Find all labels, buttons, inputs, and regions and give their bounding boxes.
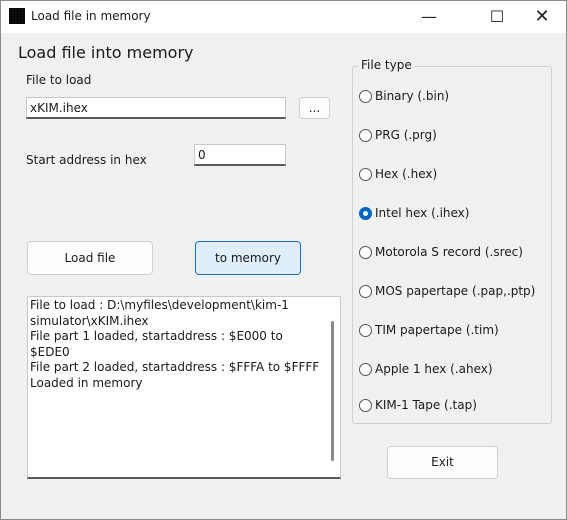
radio-label: MOS papertape (.pap,.ptp) — [375, 284, 536, 298]
radio-button-icon[interactable] — [359, 399, 372, 412]
radio-label: KIM-1 Tape (.tap) — [375, 398, 477, 412]
radio-button-icon[interactable] — [359, 363, 372, 376]
radio-label: Intel hex (.ihex) — [375, 206, 470, 220]
minimize-icon[interactable]: — — [406, 1, 452, 33]
title-bar: Load file in memory — ☐ ✕ — [1, 1, 566, 33]
radio-button-icon[interactable] — [359, 324, 372, 337]
log-text: File to load : D:\myfiles\development\ki… — [30, 298, 320, 390]
radio-button-icon[interactable] — [359, 168, 372, 181]
log-textarea[interactable]: File to load : D:\myfiles\development\ki… — [27, 296, 341, 479]
dialog-heading: Load file into memory — [18, 43, 194, 62]
start-address-input[interactable]: 0 — [194, 144, 286, 166]
browse-button[interactable]: ... — [299, 97, 330, 119]
radio-label: Hex (.hex) — [375, 167, 438, 181]
radio-label: Apple 1 hex (.ahex) — [375, 362, 493, 376]
radio-button-icon[interactable] — [359, 207, 372, 220]
dialog-window: Load file in memory — ☐ ✕ Load file into… — [0, 0, 567, 520]
load-file-button[interactable]: Load file — [27, 241, 153, 275]
exit-button[interactable]: Exit — [387, 446, 498, 479]
radio-button-icon[interactable] — [359, 90, 372, 103]
file-path-input[interactable]: xKIM.ihex — [26, 97, 286, 119]
log-scrollbar[interactable] — [331, 321, 334, 461]
radio-button-icon[interactable] — [359, 246, 372, 259]
app-icon — [9, 8, 25, 24]
radio-label: Motorola S record (.srec) — [375, 245, 523, 259]
maximize-icon[interactable]: ☐ — [474, 1, 520, 33]
file-type-title: File type — [358, 58, 415, 72]
radio-label: TIM papertape (.tim) — [375, 323, 499, 337]
radio-label: Binary (.bin) — [375, 89, 450, 103]
file-to-load-label: File to load — [26, 73, 92, 87]
to-memory-button[interactable]: to memory — [195, 241, 301, 275]
close-icon[interactable]: ✕ — [519, 1, 565, 33]
radio-label: PRG (.prg) — [375, 128, 437, 142]
window-title: Load file in memory — [31, 9, 151, 23]
start-address-label: Start address in hex — [26, 153, 147, 167]
radio-button-icon[interactable] — [359, 285, 372, 298]
radio-button-icon[interactable] — [359, 129, 372, 142]
